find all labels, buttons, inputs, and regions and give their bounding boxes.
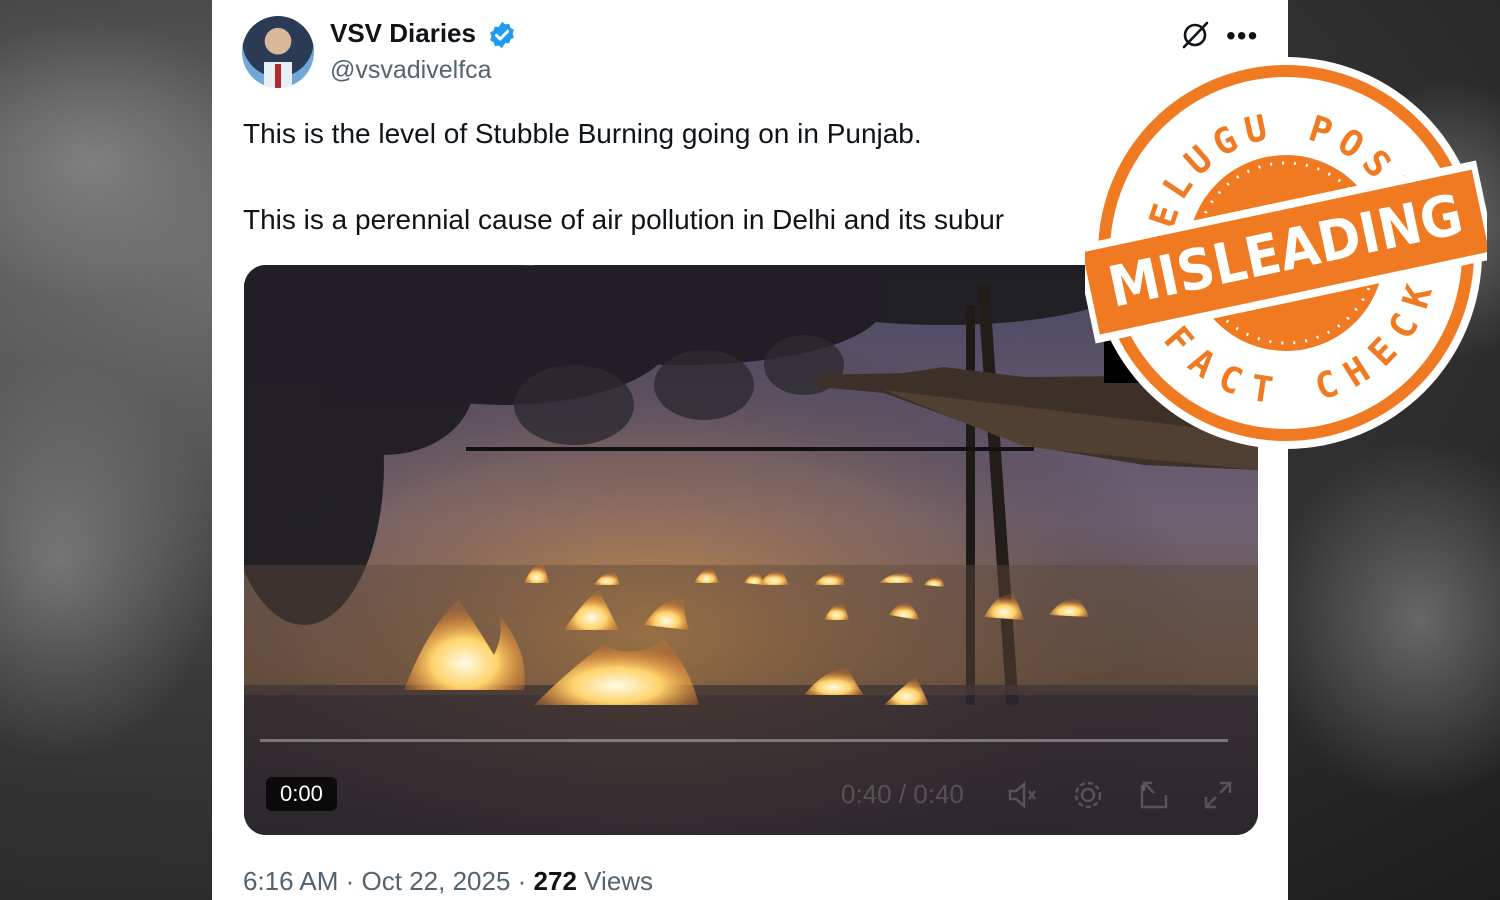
video-progress-bar[interactable]	[260, 739, 1228, 742]
more-icon[interactable]: •••	[1226, 20, 1258, 52]
grok-icon[interactable]	[1180, 20, 1210, 50]
gear-icon[interactable]	[1070, 777, 1106, 813]
post-time[interactable]: 6:16 AM	[243, 866, 338, 896]
post-meta: 6:16 AM · Oct 22, 2025 · 272 Views	[243, 866, 654, 896]
post-text-line1: This is the level of Stubble Burning goi…	[243, 118, 922, 149]
fact-check-stamp: TELUGU POST FACT CHECK MISLEADING	[1085, 57, 1487, 449]
video-current-time: 0:00	[266, 777, 337, 811]
fullscreen-icon[interactable]	[1200, 777, 1236, 813]
avatar[interactable]	[242, 16, 314, 88]
picture-in-picture-icon[interactable]	[1136, 777, 1172, 813]
post-text-line2: This is a perennial cause of air polluti…	[243, 204, 1005, 235]
post-date[interactable]: Oct 22, 2025	[362, 866, 511, 896]
author-handle[interactable]: @vsvadivelfca	[330, 56, 492, 85]
views-label: Views	[584, 866, 654, 896]
mute-icon[interactable]	[1004, 777, 1040, 813]
author-name[interactable]: VSV Diaries	[330, 18, 476, 49]
verified-badge-icon	[490, 21, 514, 49]
video-duration: 0:40 / 0:40	[841, 779, 964, 809]
views-count: 272	[533, 866, 577, 896]
